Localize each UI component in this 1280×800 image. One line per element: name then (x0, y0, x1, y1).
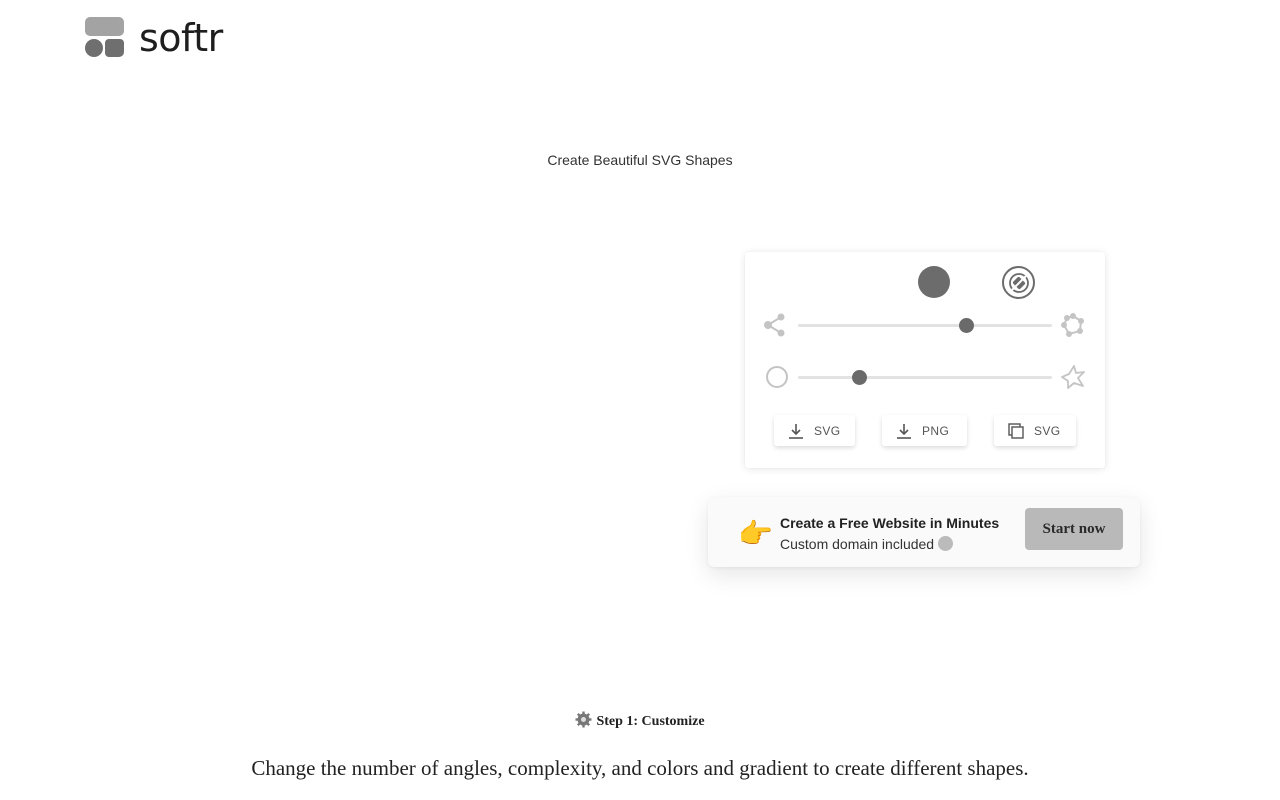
gear-icon (575, 711, 592, 728)
promo-subtitle-text: Custom domain included (780, 536, 935, 552)
solid-color-toggle[interactable] (918, 266, 950, 298)
simple-shape-icon (764, 313, 785, 337)
randomness-slider[interactable] (798, 370, 1052, 385)
gradient-toggle[interactable] (1002, 266, 1035, 299)
step-title-text: Step 1: Customize (596, 714, 705, 729)
step-title: Step 1: Customize (0, 711, 1280, 730)
complex-shape-icon (1061, 313, 1084, 337)
complexity-slider[interactable] (798, 318, 1052, 333)
gradient-icon (1008, 272, 1029, 293)
promo-subtitle: Custom domain included (780, 536, 954, 552)
download-png-button[interactable]: PNG (882, 415, 967, 446)
page-title: Create Beautiful SVG Shapes (547, 152, 733, 168)
softr-logo-mark (85, 17, 125, 58)
download-icon (789, 423, 803, 439)
start-now-button[interactable]: Start now (1025, 508, 1123, 550)
download-png-label: PNG (922, 423, 950, 438)
download-svg-label: SVG (814, 423, 841, 438)
shape-controls-panel: SVG PNG SVG (745, 252, 1105, 468)
copy-icon (1008, 422, 1024, 439)
copy-svg-button[interactable]: SVG (994, 415, 1076, 446)
promo-title: Create a Free Website in Minutes (780, 515, 1000, 531)
circle-shape-icon (766, 366, 788, 388)
randomness-slider-thumb[interactable] (851, 370, 867, 385)
wink-emoji-icon (938, 536, 954, 551)
brand-name: softr (139, 15, 223, 60)
download-svg-button[interactable]: SVG (774, 415, 855, 446)
complexity-slider-thumb[interactable] (958, 318, 974, 333)
promo-banner: 👉 Create a Free Website in Minutes Custo… (708, 497, 1140, 567)
random-shape-icon (1061, 365, 1085, 389)
pointing-hand-icon: 👉 (738, 518, 773, 549)
step-description: Change the number of angles, complexity,… (251, 756, 1029, 780)
download-icon (897, 423, 911, 439)
softr-logo[interactable]: softr (85, 17, 223, 58)
copy-svg-label: SVG (1034, 423, 1061, 438)
